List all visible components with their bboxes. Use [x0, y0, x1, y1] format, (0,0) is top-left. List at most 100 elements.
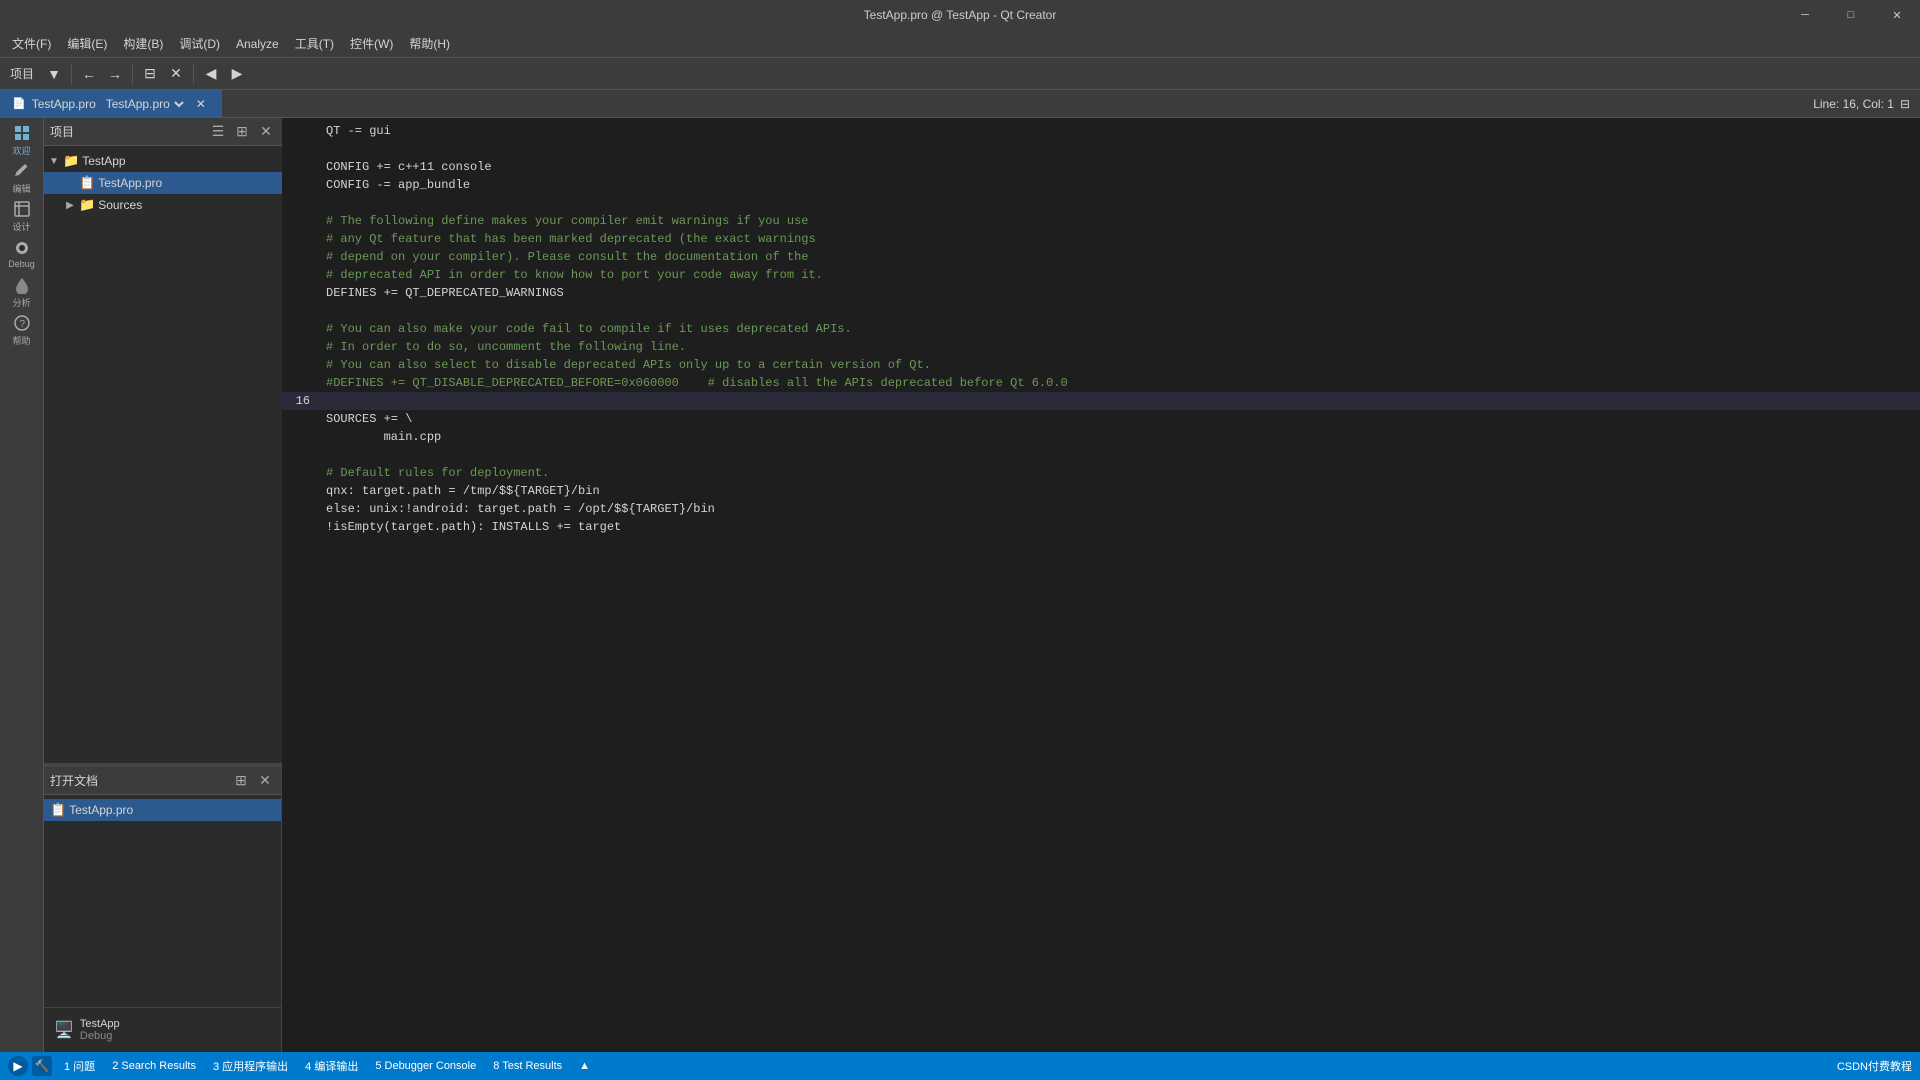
close-button[interactable]: ✕ [1874, 0, 1920, 30]
status-tab-compile[interactable]: 4 编译输出 [297, 1056, 366, 1076]
line-num-12 [282, 320, 322, 338]
menu-widgets[interactable]: 控件(W) [342, 31, 401, 56]
toolbar-close-btn[interactable]: ✕ [164, 62, 188, 86]
code-line-19 [282, 446, 1920, 464]
sidebar-label-debug: Debug [8, 259, 35, 269]
run-button[interactable]: ▶ [8, 1056, 28, 1076]
menu-help[interactable]: 帮助(H) [401, 31, 458, 56]
toolbar-forward-btn[interactable]: → [103, 62, 127, 86]
code-line-1: QT -= gui [282, 122, 1920, 140]
code-line-17: SOURCES += \ [282, 410, 1920, 428]
toolbar-prev-btn[interactable]: ◀ [199, 62, 223, 86]
status-tab-test[interactable]: 8 Test Results [485, 1058, 570, 1074]
status-tab-app-output[interactable]: 3 应用程序输出 [205, 1056, 296, 1076]
tab-select[interactable]: TestApp.pro [102, 96, 187, 112]
sidebar-item-analyze[interactable]: 分析 [4, 274, 40, 310]
line-content-23: !isEmpty(target.path): INSTALLS += targe… [322, 518, 1920, 536]
panel-filter-btn[interactable]: ☰ [208, 122, 228, 142]
code-line-13: # In order to do so, uncomment the follo… [282, 338, 1920, 356]
line-content-3: CONFIG += c++11 console [322, 158, 1920, 176]
open-docs-panel: 打开文档 ⊞ ✕ 📋 TestApp.pro [44, 767, 281, 1007]
device-sublabel: Debug [80, 1030, 120, 1042]
status-tab-debugger[interactable]: 5 Debugger Console [367, 1058, 484, 1074]
line-content-16 [322, 392, 1920, 410]
line-num-10 [282, 284, 322, 302]
line-content-21: qnx: target.path = /tmp/$${TARGET}/bin [322, 482, 1920, 500]
status-right: CSDN付费教程 [1837, 1058, 1912, 1074]
line-num-14 [282, 356, 322, 374]
sidebar-item-edit[interactable]: 编辑 [4, 160, 40, 196]
project-panel-title: 项目 [50, 123, 204, 140]
sidebar-label-welcome: 欢迎 [12, 144, 30, 157]
menu-debug[interactable]: 调试(D) [171, 31, 228, 56]
status-tab-search[interactable]: 2 Search Results [104, 1058, 204, 1074]
tree-item-sources[interactable]: ▶ 📁 Sources [44, 194, 282, 216]
sidebar-label-analyze: 分析 [12, 296, 30, 309]
code-line-8: # depend on your compiler). Please consu… [282, 248, 1920, 266]
toolbar-sep-2 [132, 64, 133, 84]
toolbar-dropdown-btn[interactable]: ▼ [42, 62, 66, 86]
menu-bar: 文件(F) 编辑(E) 构建(B) 调试(D) Analyze 工具(T) 控件… [0, 30, 1920, 58]
sidebar-item-design[interactable]: 设计 [4, 198, 40, 234]
main-content: 欢迎 编辑 设计 Debug 分析 ? 帮助 项目 ☰ ⊞ [0, 118, 1920, 1052]
menu-analyze[interactable]: Analyze [228, 33, 287, 55]
status-tab-more[interactable]: ▲ [571, 1058, 598, 1074]
line-content-7: # any Qt feature that has been marked de… [322, 230, 1920, 248]
line-num-3 [282, 158, 322, 176]
code-line-12: # You can also make your code fail to co… [282, 320, 1920, 338]
tree-icon-pro: 📋 [79, 175, 95, 191]
toolbar-back-btn[interactable]: ← [77, 62, 101, 86]
toolbar-project-label: 项目 [4, 65, 40, 82]
line-content-2 [322, 140, 1920, 158]
line-num-11 [282, 302, 322, 320]
menu-build[interactable]: 构建(B) [115, 31, 171, 56]
panel-split-btn[interactable]: ⊞ [232, 122, 252, 142]
line-content-19 [322, 446, 1920, 464]
tree-item-testapp-pro[interactable]: ▶ 📋 TestApp.pro [44, 172, 282, 194]
menu-edit[interactable]: 编辑(E) [59, 31, 115, 56]
status-tab-problems[interactable]: 1 问题 [56, 1056, 103, 1076]
code-line-18: main.cpp [282, 428, 1920, 446]
tree-icon-testapp: 📁 [63, 153, 79, 169]
minimize-button[interactable]: ─ [1782, 0, 1828, 30]
code-line-23: !isEmpty(target.path): INSTALLS += targe… [282, 518, 1920, 536]
open-docs-split-btn[interactable]: ⊞ [231, 771, 251, 791]
tree-arrow-testapp: ▼ [48, 156, 60, 167]
sidebar-item-help[interactable]: ? 帮助 [4, 312, 40, 348]
line-num-2 [282, 140, 322, 158]
sidebar-item-debug[interactable]: Debug [4, 236, 40, 272]
status-bar: ▶ 🔨 1 问题 2 Search Results 3 应用程序输出 4 编译输… [0, 1052, 1920, 1080]
panel-close-btn[interactable]: ✕ [256, 122, 276, 142]
open-doc-label: TestApp.pro [69, 803, 133, 817]
tab-file-icon: 📄 [12, 97, 26, 110]
build-button[interactable]: 🔨 [32, 1056, 52, 1076]
line-num-1 [282, 122, 322, 140]
editor-content[interactable]: QT -= gui CONFIG += c++11 console CONFIG… [282, 118, 1920, 1052]
line-num-8 [282, 248, 322, 266]
toolbar-sep-1 [71, 64, 72, 84]
open-docs-title: 打开文档 [50, 772, 227, 789]
line-num-16: 16 [282, 392, 322, 410]
line-content-8: # depend on your compiler). Please consu… [322, 248, 1920, 266]
tab-testapp-pro[interactable]: 📄 TestApp.pro TestApp.pro ✕ [0, 90, 222, 117]
maximize-button[interactable]: □ [1828, 0, 1874, 30]
device-label: TestApp [80, 1018, 120, 1030]
sidebar-label-help: 帮助 [12, 334, 30, 347]
tree-label-pro: TestApp.pro [98, 176, 162, 190]
line-num-18 [282, 428, 322, 446]
line-content-20: # Default rules for deployment. [322, 464, 1920, 482]
toolbar-split-btn[interactable]: ⊟ [138, 62, 162, 86]
device-item: 🖥️ TestApp Debug [50, 1014, 275, 1046]
toolbar-next-btn[interactable]: ▶ [225, 62, 249, 86]
open-doc-testapp-pro[interactable]: 📋 TestApp.pro [44, 799, 281, 821]
svg-text:?: ? [19, 319, 25, 330]
menu-file[interactable]: 文件(F) [4, 31, 59, 56]
tree-item-testapp[interactable]: ▼ 📁 TestApp [44, 150, 282, 172]
sidebar-item-welcome[interactable]: 欢迎 [4, 122, 40, 158]
project-panel-header: 项目 ☰ ⊞ ✕ [44, 118, 282, 146]
menu-tools[interactable]: 工具(T) [287, 31, 342, 56]
code-line-3: CONFIG += c++11 console [282, 158, 1920, 176]
tab-close-btn[interactable]: ✕ [193, 96, 209, 112]
open-docs-close-btn[interactable]: ✕ [255, 771, 275, 791]
code-line-6: # The following define makes your compil… [282, 212, 1920, 230]
